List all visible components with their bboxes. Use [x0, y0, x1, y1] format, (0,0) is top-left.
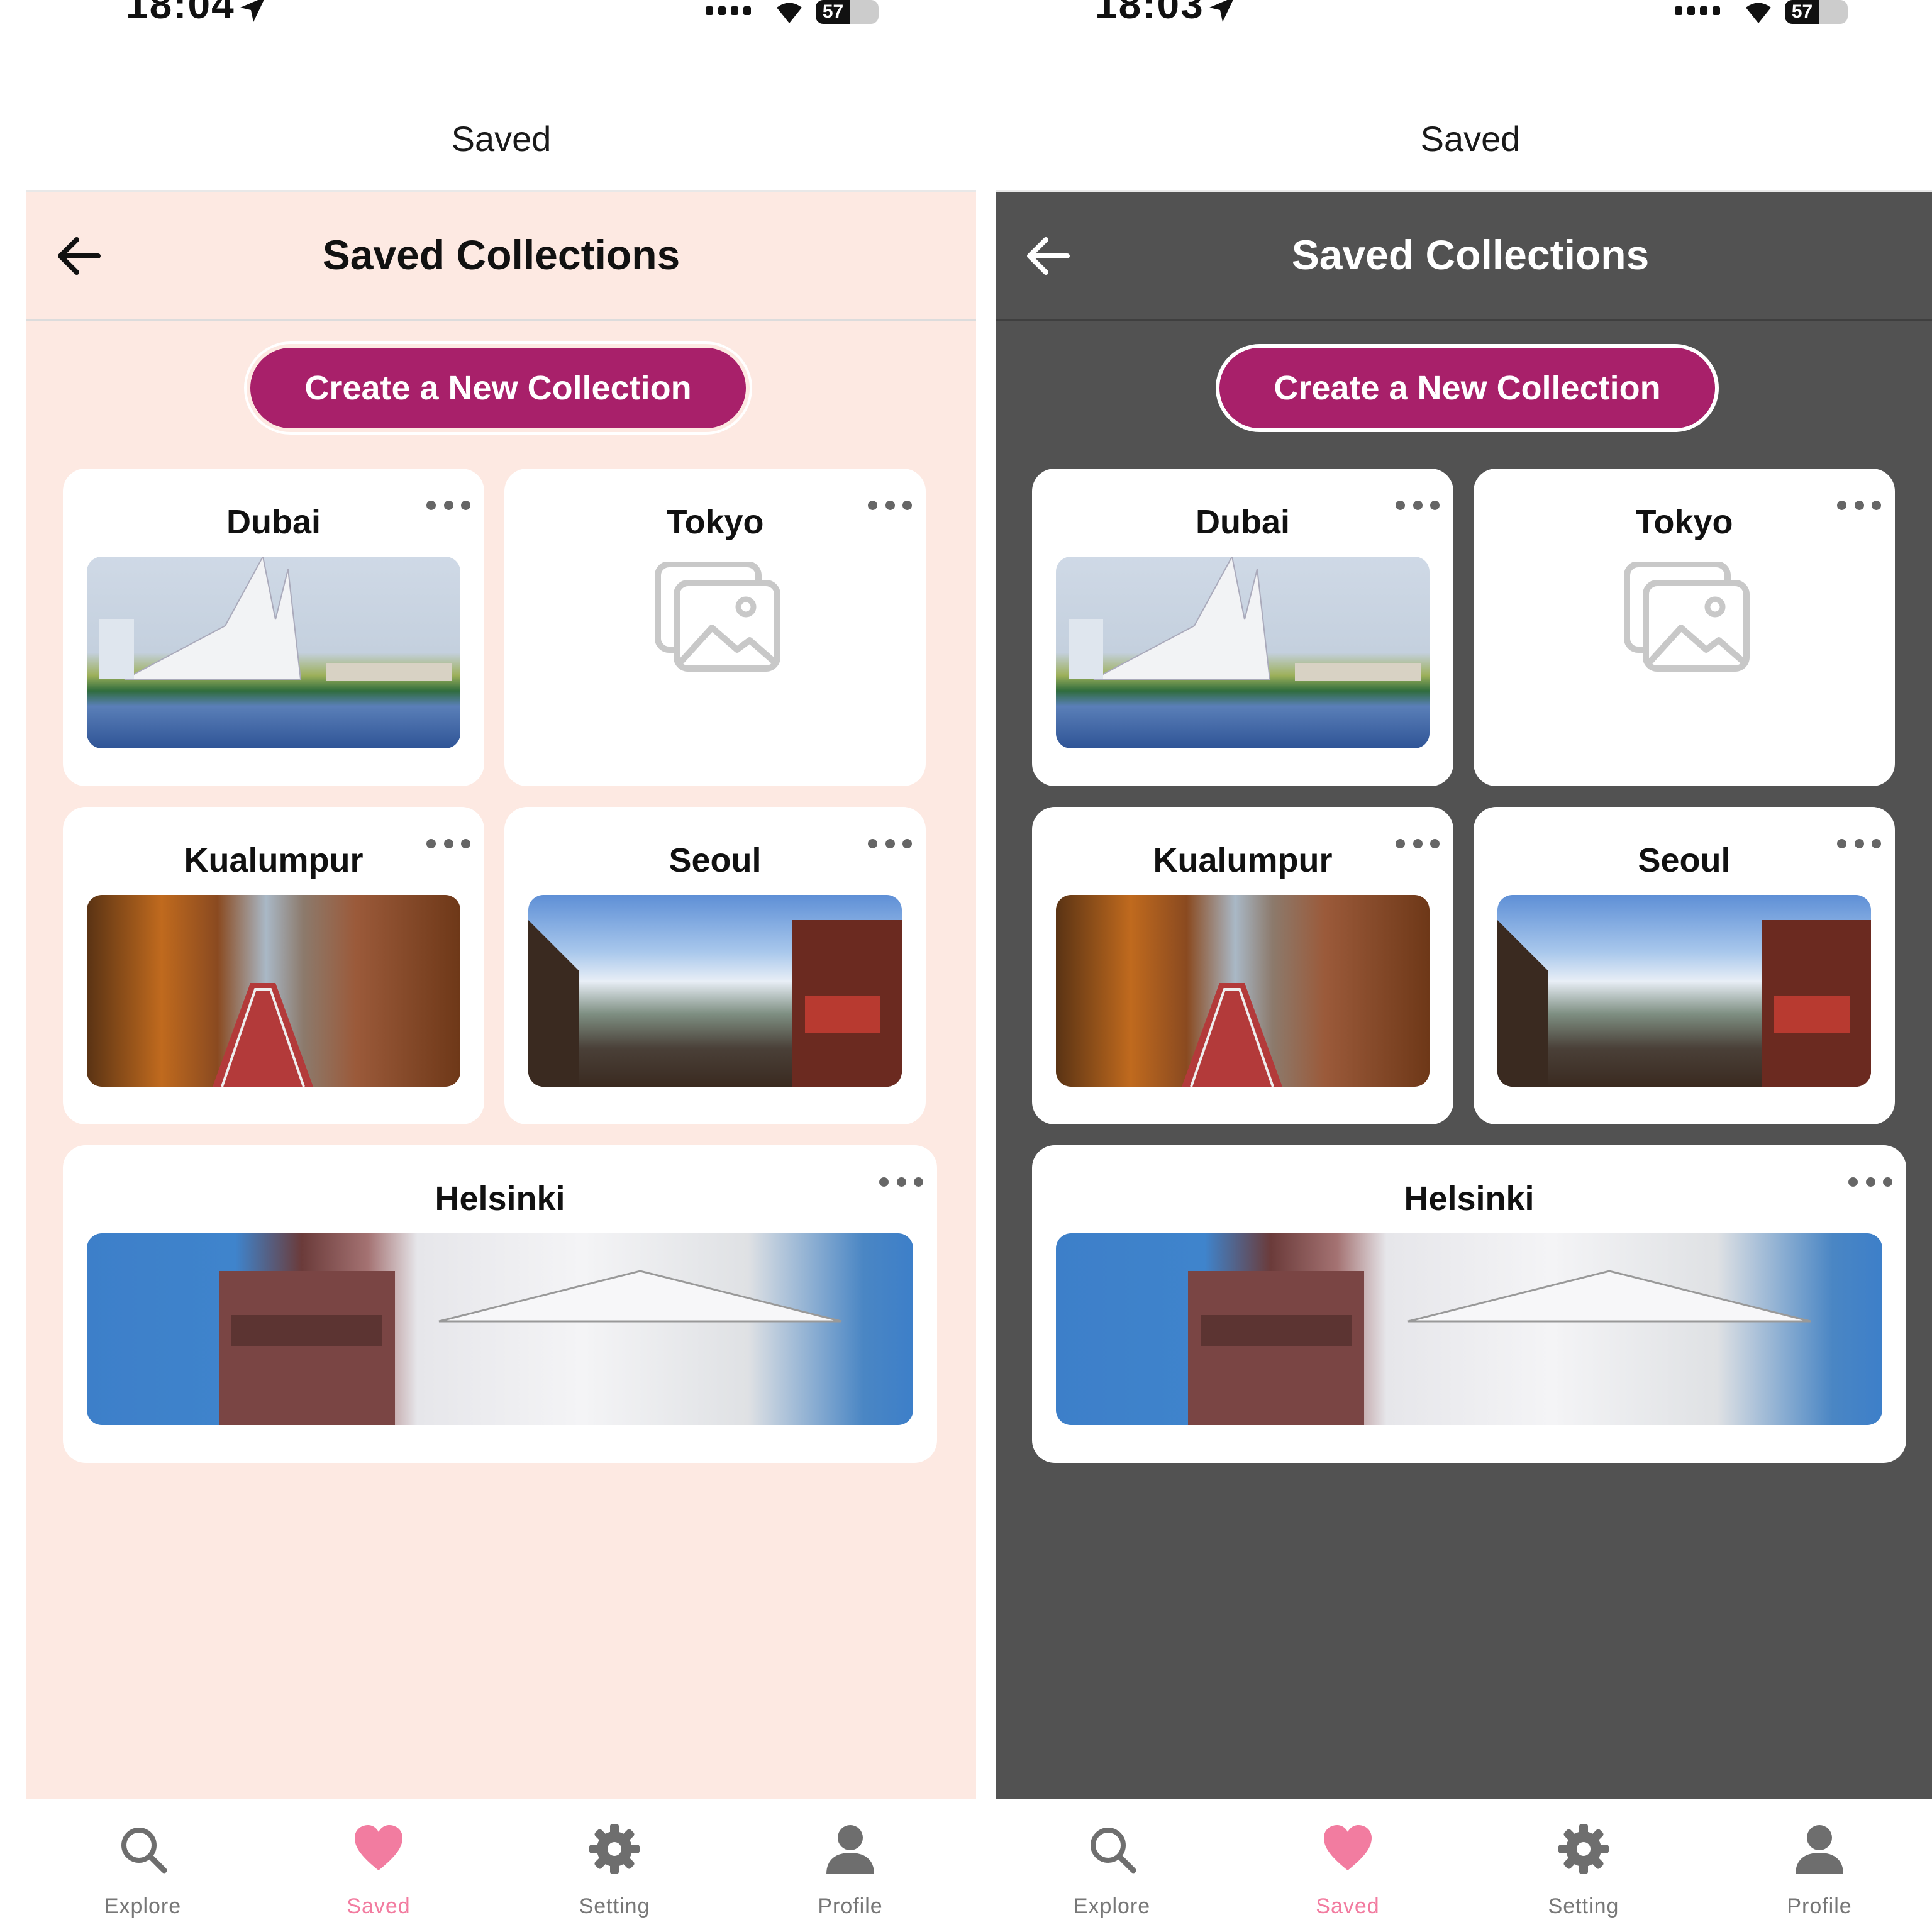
collection-name: Dubai — [1195, 503, 1290, 541]
tab-saved[interactable]: Saved — [300, 1799, 457, 1932]
kualalumpur-photo — [87, 895, 460, 1087]
tab-bar: Explore Saved Setting Profile — [996, 1799, 1932, 1932]
collection-name: Tokyo — [666, 503, 764, 541]
page-title: Saved Collections — [322, 231, 680, 278]
tab-setting[interactable]: Setting — [1505, 1799, 1662, 1932]
collection-card-seoul[interactable]: Seoul — [504, 807, 926, 1124]
create-collection-button[interactable]: Create a New Collection — [247, 344, 750, 432]
seoul-photo — [528, 895, 902, 1087]
gear-icon — [589, 1824, 640, 1874]
collection-card-dubai[interactable]: Dubai — [1032, 469, 1453, 786]
battery-icon: 57 — [1785, 0, 1848, 24]
status-bar: 18:04 57 — [26, 0, 976, 44]
battery-icon: 57 — [816, 0, 879, 24]
tab-explore[interactable]: Explore — [64, 1799, 221, 1932]
collection-card-tokyo[interactable]: Tokyo — [1474, 469, 1895, 786]
wifi-icon — [1746, 3, 1771, 23]
tab-profile[interactable]: Profile — [1741, 1799, 1898, 1932]
dubai-photo — [87, 557, 460, 748]
collection-card-tokyo[interactable]: Tokyo — [504, 469, 926, 786]
tab-label: Profile — [1787, 1894, 1852, 1918]
top-bar-title: Saved — [451, 119, 552, 158]
content-area: Saved Collections Create a New Collectio… — [26, 192, 976, 1799]
search-icon — [121, 1828, 167, 1874]
collection-name: Helsinki — [435, 1180, 565, 1218]
location-arrow-icon — [240, 0, 264, 22]
tab-profile[interactable]: Profile — [772, 1799, 929, 1932]
heart-icon — [1324, 1825, 1372, 1870]
tab-bar: Explore Saved Setting Profile — [26, 1799, 976, 1932]
collection-card-helsinki[interactable]: Helsinki — [63, 1145, 937, 1463]
page-title: Saved Collections — [1291, 231, 1650, 278]
content-area: Saved Collections Create a New Collectio… — [996, 192, 1932, 1799]
collection-card-dubai[interactable]: Dubai — [63, 469, 484, 786]
placeholder-image-icon — [1624, 562, 1750, 672]
top-bar: Saved — [996, 94, 1932, 192]
location-arrow-icon — [1209, 0, 1233, 22]
battery-level: 57 — [816, 0, 850, 24]
signal-icon — [1675, 6, 1720, 15]
tab-label: Explore — [104, 1894, 182, 1918]
signal-icon — [706, 6, 751, 15]
collection-name: Kualumpur — [184, 841, 364, 879]
page-header: Saved Collections — [996, 192, 1932, 321]
tab-label: Saved — [1316, 1894, 1380, 1918]
wifi-icon — [777, 3, 802, 23]
collection-name: Seoul — [1638, 841, 1731, 879]
create-collection-button[interactable]: Create a New Collection — [1216, 344, 1719, 432]
tab-label: Explore — [1073, 1894, 1151, 1918]
tab-label: Profile — [818, 1894, 883, 1918]
collection-card-kualumpur[interactable]: Kualumpur — [63, 807, 484, 1124]
top-bar-title: Saved — [1420, 119, 1521, 158]
person-icon — [826, 1825, 874, 1874]
collection-name: Tokyo — [1635, 503, 1733, 541]
status-time: 18:03 — [1095, 0, 1204, 27]
collection-card-helsinki[interactable]: Helsinki — [1032, 1145, 1906, 1463]
gear-icon — [1558, 1824, 1609, 1874]
tab-label: Setting — [579, 1894, 650, 1918]
tab-saved[interactable]: Saved — [1269, 1799, 1426, 1932]
helsinki-photo — [87, 1233, 913, 1425]
phone-screen-dark: 18:03 57 Saved Saved Collections Create … — [996, 0, 1932, 1932]
kualalumpur-photo — [1056, 895, 1430, 1087]
tab-setting[interactable]: Setting — [536, 1799, 693, 1932]
collection-card-seoul[interactable]: Seoul — [1474, 807, 1895, 1124]
collection-name: Kualumpur — [1153, 841, 1333, 879]
seoul-photo — [1497, 895, 1871, 1087]
phone-screen-light: 18:04 57 Saved Saved Collections Create … — [26, 0, 976, 1932]
collection-name: Seoul — [669, 841, 762, 879]
collection-name: Helsinki — [1404, 1180, 1535, 1218]
status-bar: 18:03 57 — [996, 0, 1932, 44]
helsinki-photo — [1056, 1233, 1882, 1425]
tab-label: Saved — [347, 1894, 411, 1918]
status-time: 18:04 — [126, 0, 235, 27]
placeholder-image-icon — [655, 562, 780, 672]
heart-icon — [355, 1825, 402, 1870]
collection-name: Dubai — [226, 503, 321, 541]
person-icon — [1796, 1825, 1843, 1874]
tab-explore[interactable]: Explore — [1033, 1799, 1191, 1932]
tab-label: Setting — [1548, 1894, 1619, 1918]
battery-level: 57 — [1785, 0, 1819, 24]
collection-card-kualumpur[interactable]: Kualumpur — [1032, 807, 1453, 1124]
top-bar: Saved — [26, 94, 976, 192]
search-icon — [1091, 1828, 1136, 1874]
page-header: Saved Collections — [26, 192, 976, 321]
dubai-photo — [1056, 557, 1430, 748]
